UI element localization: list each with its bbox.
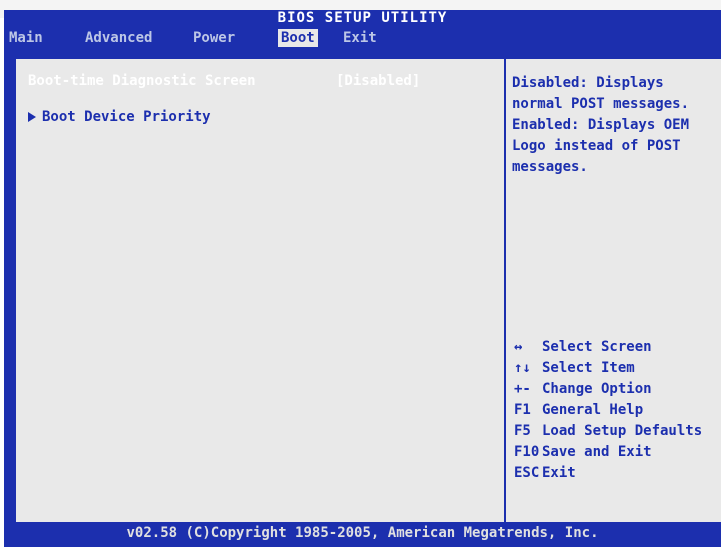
key-row: F1 General Help [514, 400, 721, 421]
key-esc: ESC [514, 465, 540, 481]
bios-title: BIOS SETUP UTILITY [277, 10, 448, 26]
key-f1: F1 [514, 402, 531, 418]
help-pane: Disabled: Displays normal POST messages.… [506, 59, 721, 522]
menu-bar: Main Advanced Power Boot Exit [4, 26, 721, 50]
menu-power[interactable]: Power [190, 29, 238, 47]
settings-pane: Boot-time Diagnostic Screen [Disabled] B… [16, 59, 506, 522]
key-row: ↑↓ Select Item [514, 358, 721, 379]
content-panel: Boot-time Diagnostic Screen [Disabled] B… [14, 57, 721, 524]
left-right-arrows-icon: ↔ [514, 339, 523, 355]
bios-window: BIOS SETUP UTILITY Main Advanced Power B… [4, 10, 721, 547]
key-action: Load Setup Defaults [542, 423, 703, 439]
boot-device-priority-item[interactable]: Boot Device Priority [28, 107, 211, 127]
boot-diagnostic-setting[interactable]: Boot-time Diagnostic Screen [Disabled] [28, 71, 498, 91]
key-row: +- Change Option [514, 379, 721, 400]
key-row: ↔ Select Screen [514, 337, 721, 358]
key-f5: F5 [514, 423, 531, 439]
key-action: Change Option [542, 381, 652, 397]
key-action: Select Item [542, 360, 635, 376]
up-down-arrows-icon: ↑↓ [514, 360, 531, 376]
key-row: F5 Load Setup Defaults [514, 421, 721, 442]
boot-diagnostic-label: Boot-time Diagnostic Screen [28, 73, 256, 89]
plus-minus-icon: +- [514, 381, 531, 397]
menu-exit[interactable]: Exit [340, 29, 380, 47]
copyright-footer: v02.58 (C)Copyright 1985-2005, American … [126, 525, 599, 541]
menu-advanced[interactable]: Advanced [82, 29, 155, 47]
key-legend: ↔ Select Screen ↑↓ Select Item +- Change Op… [514, 337, 721, 484]
key-action: Exit [542, 465, 576, 481]
submenu-arrow-icon [28, 112, 36, 122]
boot-diagnostic-value[interactable]: [Disabled] [336, 71, 420, 91]
key-action: General Help [542, 402, 644, 418]
key-row: ESC Exit [514, 463, 721, 484]
boot-device-priority-label: Boot Device Priority [42, 109, 211, 125]
help-text: Disabled: Displays normal POST messages.… [512, 75, 690, 175]
menu-main[interactable]: Main [6, 29, 46, 47]
key-row: F10 Save and Exit [514, 442, 721, 463]
menu-boot[interactable]: Boot [278, 29, 318, 47]
key-f10: F10 [514, 444, 540, 460]
key-action: Select Screen [542, 339, 652, 355]
key-action: Save and Exit [542, 444, 652, 460]
